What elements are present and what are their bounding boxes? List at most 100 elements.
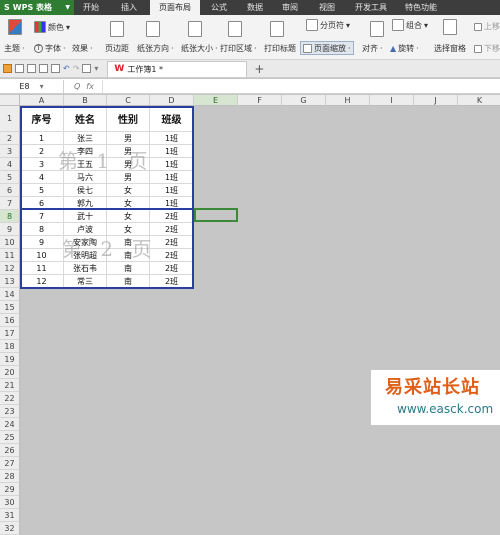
table-cell[interactable]: 4 — [20, 171, 64, 184]
print-preview-icon[interactable] — [51, 64, 60, 73]
row-header-7[interactable]: 7 — [0, 197, 20, 210]
row-header-20[interactable]: 20 — [0, 366, 20, 379]
row-header-26[interactable]: 26 — [0, 444, 20, 457]
table-cell[interactable]: 女 — [107, 223, 150, 236]
table-cell[interactable]: 7 — [20, 210, 64, 223]
menu-page-layout[interactable]: 页面布局 — [150, 0, 200, 15]
table-cell[interactable]: 南 — [107, 275, 150, 288]
menu-review[interactable]: 审阅 — [272, 0, 308, 15]
column-header-b[interactable]: B — [64, 95, 107, 106]
active-cell[interactable] — [194, 208, 238, 222]
table-header-cell[interactable]: 性别 — [107, 106, 150, 132]
table-cell[interactable]: 10 — [20, 249, 64, 262]
move-down-button[interactable]: 下移 — [474, 43, 500, 54]
table-cell[interactable]: 2班 — [150, 223, 194, 236]
row-header-22[interactable]: 22 — [0, 392, 20, 405]
row-header-32[interactable]: 32 — [0, 522, 20, 535]
table-cell[interactable]: 张明超 — [64, 249, 107, 262]
table-header-cell[interactable]: 姓名 — [64, 106, 107, 132]
theme-button[interactable]: 主题 · — [4, 43, 25, 54]
group-button[interactable]: 组合 ▾ — [392, 19, 428, 31]
row-header-28[interactable]: 28 — [0, 470, 20, 483]
table-cell[interactable]: 女 — [107, 184, 150, 197]
table-cell[interactable]: 南 — [107, 249, 150, 262]
table-cell[interactable]: 男 — [107, 145, 150, 158]
table-cell[interactable]: 8 — [20, 223, 64, 236]
table-cell[interactable]: 2 — [20, 145, 64, 158]
table-cell[interactable]: 武十 — [64, 210, 107, 223]
table-cell[interactable]: 1班 — [150, 197, 194, 210]
menu-features[interactable]: 特色功能 — [396, 0, 446, 15]
move-up-button[interactable]: 上移 — [474, 21, 500, 32]
table-cell[interactable]: 张三 — [64, 132, 107, 145]
row-header-8[interactable]: 8 — [0, 210, 20, 223]
table-cell[interactable]: 侯七 — [64, 184, 107, 197]
menu-data[interactable]: 数据 — [238, 0, 272, 15]
menu-home[interactable]: 开始 — [74, 0, 108, 15]
column-header-i[interactable]: I — [370, 95, 414, 106]
column-header-e[interactable]: E — [194, 95, 238, 106]
table-cell[interactable]: 2班 — [150, 210, 194, 223]
table-cell[interactable]: 1班 — [150, 158, 194, 171]
menu-view[interactable]: 视图 — [308, 0, 346, 15]
table-cell[interactable]: 12 — [20, 275, 64, 288]
search-icon[interactable]: Q — [74, 82, 80, 91]
table-cell[interactable]: 男 — [107, 158, 150, 171]
page-scale-button[interactable]: 页面缩放 · — [300, 41, 354, 55]
row-header-14[interactable]: 14 — [0, 288, 20, 301]
folder-icon[interactable] — [3, 64, 12, 73]
row-header-12[interactable]: 12 — [0, 262, 20, 275]
table-cell[interactable]: 女 — [107, 210, 150, 223]
new-tab-icon[interactable]: + — [254, 62, 264, 76]
new-file-icon[interactable] — [15, 64, 24, 73]
table-cell[interactable]: 南 — [107, 262, 150, 275]
row-header-10[interactable]: 10 — [0, 236, 20, 249]
effects-button[interactable]: 效果 · — [72, 43, 93, 54]
row-header-27[interactable]: 27 — [0, 457, 20, 470]
table-header-cell[interactable]: 班级 — [150, 106, 194, 132]
table-cell[interactable]: 2班 — [150, 236, 194, 249]
print-titles-icon[interactable] — [270, 21, 284, 37]
table-cell[interactable]: 3 — [20, 158, 64, 171]
page-break-button[interactable]: 分页符 ▾ — [306, 19, 350, 31]
row-header-19[interactable]: 19 — [0, 353, 20, 366]
print-area-button[interactable]: 打印区域 · — [220, 43, 257, 54]
table-cell[interactable]: 1班 — [150, 145, 194, 158]
table-cell[interactable]: 11 — [20, 262, 64, 275]
table-header-cell[interactable]: 序号 — [20, 106, 64, 132]
column-header-f[interactable]: F — [238, 95, 282, 106]
table-cell[interactable]: 王五 — [64, 158, 107, 171]
row-header-9[interactable]: 9 — [0, 223, 20, 236]
orientation-icon[interactable] — [146, 21, 160, 37]
column-header-c[interactable]: C — [107, 95, 150, 106]
table-cell[interactable]: 9 — [20, 236, 64, 249]
row-header-13[interactable]: 13 — [0, 275, 20, 288]
row-header-4[interactable]: 4 — [0, 158, 20, 171]
colors-button[interactable]: 颜色 ▾ — [34, 21, 70, 33]
table-cell[interactable]: 马六 — [64, 171, 107, 184]
column-header-k[interactable]: K — [458, 95, 500, 106]
name-box[interactable]: E8 ▾ — [0, 79, 64, 93]
function-icon[interactable]: fx — [86, 82, 94, 91]
selection-pane-icon[interactable] — [443, 19, 457, 35]
select-all-corner[interactable] — [0, 95, 20, 106]
table-cell[interactable]: 5 — [20, 184, 64, 197]
print-titles-button[interactable]: 打印标题 — [264, 43, 296, 54]
document-tab[interactable]: W 工作簿1 * — [107, 60, 248, 77]
selection-pane-button[interactable]: 选择窗格 — [434, 43, 466, 54]
menu-formulas[interactable]: 公式 — [200, 0, 238, 15]
print-icon[interactable] — [39, 64, 48, 73]
column-header-a[interactable]: A — [20, 95, 64, 106]
column-header-g[interactable]: G — [282, 95, 326, 106]
menu-developer[interactable]: 开发工具 — [346, 0, 396, 15]
table-cell[interactable]: 郭九 — [64, 197, 107, 210]
row-header-5[interactable]: 5 — [0, 171, 20, 184]
table-cell[interactable]: 女 — [107, 197, 150, 210]
row-header-21[interactable]: 21 — [0, 379, 20, 392]
table-cell[interactable]: 李四 — [64, 145, 107, 158]
margins-button[interactable]: 页边距 — [105, 43, 129, 54]
table-cell[interactable]: 2班 — [150, 262, 194, 275]
row-header-17[interactable]: 17 — [0, 327, 20, 340]
table-cell[interactable]: 1 — [20, 132, 64, 145]
rotate-button[interactable]: ▲ 旋转 · — [390, 43, 419, 54]
